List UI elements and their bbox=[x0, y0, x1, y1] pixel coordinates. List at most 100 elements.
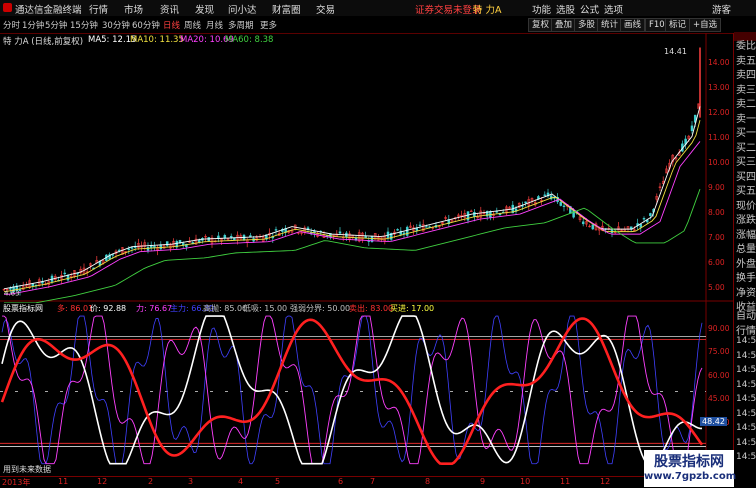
period-tab[interactable]: 15分钟 bbox=[70, 19, 98, 31]
period-tab[interactable]: 5分钟 bbox=[45, 19, 67, 31]
app-logo-icon bbox=[3, 3, 12, 12]
quote-label: 涨幅 bbox=[736, 229, 756, 241]
menu-news[interactable]: 资讯 bbox=[160, 2, 179, 16]
guest-link[interactable]: 游客 bbox=[712, 2, 731, 16]
date-tick: 9 bbox=[480, 477, 486, 486]
toolbar-button[interactable]: 多股 bbox=[574, 18, 600, 32]
menu-function[interactable]: 功能 bbox=[532, 2, 551, 16]
quote-label: 卖四 bbox=[736, 70, 756, 81]
tick-time: 14:5 bbox=[736, 423, 756, 433]
date-tick: 8 bbox=[425, 477, 431, 486]
tick-time: 14:5 bbox=[736, 452, 756, 462]
menu-quotes[interactable]: 行情 bbox=[89, 2, 108, 16]
date-tick: 6 bbox=[338, 477, 344, 486]
menu-discover[interactable]: 发现 bbox=[195, 2, 214, 16]
ma-line bbox=[3, 106, 701, 290]
date-tick: 5 bbox=[275, 477, 281, 486]
menu-trade[interactable]: 交易 bbox=[316, 2, 335, 16]
price-tick: 8.00 bbox=[708, 207, 725, 217]
candle-body bbox=[63, 272, 67, 275]
candle-body bbox=[418, 224, 422, 226]
login-alert[interactable]: 证券交易未登录 bbox=[415, 2, 482, 16]
date-tick: 7 bbox=[370, 477, 376, 486]
date-tick: 12 bbox=[600, 477, 611, 486]
toolbar-button[interactable]: 画线 bbox=[620, 18, 646, 32]
period-tab[interactable]: 30分钟 bbox=[102, 19, 130, 31]
toolbar-button[interactable]: 叠加 bbox=[551, 18, 577, 32]
toolbar-button[interactable]: 统计 bbox=[597, 18, 623, 32]
period-tab[interactable]: 1分钟 bbox=[22, 19, 44, 31]
candle-body bbox=[396, 229, 399, 231]
period-tab[interactable]: 日线 bbox=[163, 19, 180, 31]
indicator-tick: 75.00 bbox=[708, 347, 730, 357]
tick-time: 自动 bbox=[736, 311, 756, 322]
candle-body bbox=[649, 213, 652, 217]
watermark-title: 股票指标网 bbox=[654, 454, 724, 470]
period-tab[interactable]: 周线 bbox=[184, 19, 201, 31]
candle-body bbox=[127, 248, 131, 250]
indicator-line bbox=[1, 315, 703, 465]
quote-label: 换手 bbox=[736, 273, 756, 284]
quote-label: 总量 bbox=[736, 244, 756, 255]
price-chart[interactable]: 4.63 bbox=[0, 33, 733, 303]
candle-body bbox=[425, 226, 428, 228]
price-tick: 5.00 bbox=[708, 282, 725, 292]
quote-label: 净资 bbox=[736, 287, 756, 299]
price-tick: 12.00 bbox=[708, 107, 730, 117]
stock-title: 特 力A bbox=[473, 5, 502, 16]
title-bar: 通达信金融终端 行情 市场 资讯 发现 问小达 财富圈 交易 证券交易未登录 特… bbox=[0, 0, 756, 17]
period-tab[interactable]: 60分钟 bbox=[132, 19, 160, 31]
candle-body bbox=[690, 125, 694, 132]
candle-body bbox=[642, 218, 646, 220]
quote-label: 委比 bbox=[736, 41, 756, 52]
menu-formula[interactable]: 公式 bbox=[580, 2, 599, 16]
tick-time: 14:5 bbox=[736, 408, 756, 419]
app-name: 通达信金融终端 bbox=[15, 5, 82, 16]
candle-body bbox=[146, 247, 150, 251]
candle-body bbox=[591, 224, 595, 230]
quote-panel: 委比 卖五 卖四 卖三 卖二 卖一 买一 买二 买三 买四 买五 现价 涨跌 涨幅 总量 外盘 换手 净资 收益 自动… bbox=[733, 32, 756, 487]
candle-body bbox=[233, 237, 236, 241]
candle-body bbox=[469, 210, 473, 212]
candle-body bbox=[66, 275, 70, 281]
date-tick: 4 bbox=[238, 477, 244, 486]
date-tick: 12 bbox=[97, 477, 108, 486]
candle-body bbox=[229, 235, 233, 238]
date-tick: 2 bbox=[148, 477, 154, 486]
indicator-tick: 60.00 bbox=[708, 370, 730, 380]
toolbar-button[interactable]: +自选 bbox=[689, 18, 722, 32]
quote-label: 卖五 bbox=[736, 55, 756, 67]
candle-body bbox=[111, 254, 115, 256]
period-tab[interactable]: 分时 bbox=[3, 19, 20, 31]
date-tick: 11 bbox=[58, 477, 69, 486]
quote-label: 外盘 bbox=[736, 258, 756, 270]
period-tab[interactable]: 更多 bbox=[260, 19, 277, 31]
quote-label: 卖二 bbox=[736, 99, 756, 110]
indicator-tick: 45.00 bbox=[708, 394, 730, 404]
indicator-chart[interactable] bbox=[0, 300, 733, 475]
candle-body bbox=[495, 211, 499, 213]
future-data-note: 用到未来数据 bbox=[3, 465, 51, 474]
quote-label: 买二 bbox=[736, 142, 756, 154]
date-axis-bar bbox=[0, 476, 733, 488]
candle-body bbox=[639, 223, 643, 228]
price-tick: 6.00 bbox=[708, 257, 725, 267]
quote-label: 买四 bbox=[736, 171, 756, 183]
period-tab[interactable]: 多周期 bbox=[228, 19, 254, 31]
candle-body bbox=[274, 229, 278, 231]
menu-ask[interactable]: 问小达 bbox=[228, 2, 257, 16]
menu-market[interactable]: 市场 bbox=[124, 2, 143, 16]
menu-stock-select[interactable]: 选股 bbox=[556, 2, 575, 16]
price-tick: 10.00 bbox=[708, 157, 730, 167]
tick-time: 14:5 bbox=[736, 350, 756, 361]
menu-wealth[interactable]: 财富圈 bbox=[272, 2, 301, 16]
period-tab[interactable]: 月线 bbox=[206, 19, 223, 31]
quote-label: 卖三 bbox=[736, 84, 756, 96]
toolbar-button[interactable]: 复权 bbox=[528, 18, 554, 32]
watermark: 股票指标网 www.7gpzb.com bbox=[644, 450, 736, 487]
quote-label: 买三 bbox=[736, 157, 756, 168]
candle-body bbox=[130, 247, 134, 249]
candle-body bbox=[562, 205, 566, 207]
menu-options[interactable]: 选项 bbox=[604, 2, 623, 16]
toolbar-button[interactable]: 标记 bbox=[665, 18, 691, 32]
